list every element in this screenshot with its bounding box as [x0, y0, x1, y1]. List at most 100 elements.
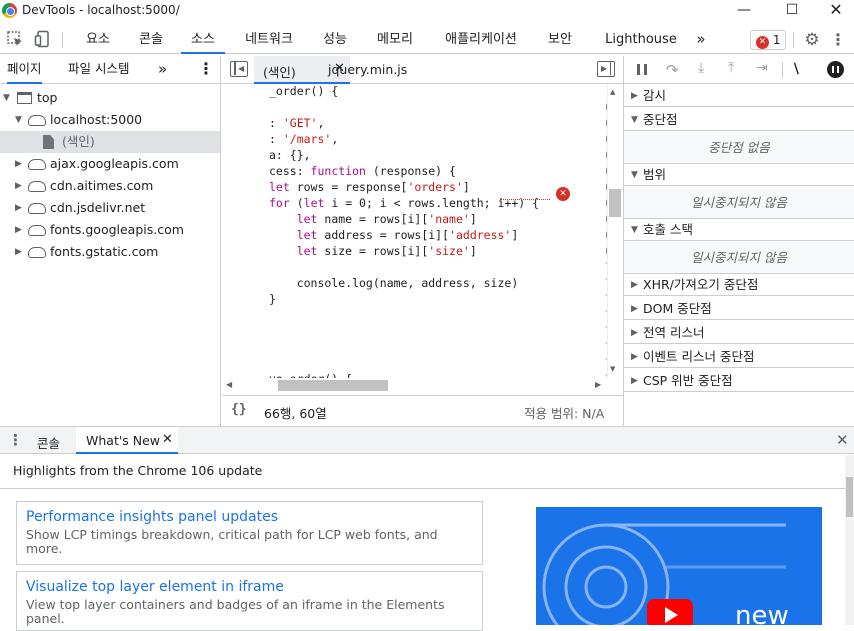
code-line[interactable]: for (let i = 0; i < rows.length; i++) {	[269, 195, 539, 211]
feature-card[interactable]: Performance insights panel updates Show …	[16, 501, 483, 565]
debugger-section-header[interactable]: ▶ XHR/가져오기 중단점	[624, 274, 854, 296]
step-icon[interactable]: ⇥	[756, 60, 768, 76]
customize-menu-icon[interactable]: ⋮	[828, 30, 848, 50]
cloud-icon	[28, 159, 46, 170]
debugger-section-header[interactable]: ▶ 이벤트 리스너 중단점	[624, 346, 854, 368]
code-line[interactable]: let size = rows[i]['size']	[269, 243, 477, 259]
tree-item-top[interactable]: ▼ top	[0, 87, 220, 109]
code-line[interactable]: }	[269, 291, 276, 307]
tab-console[interactable]: 콘솔	[131, 26, 171, 54]
device-toolbar-icon[interactable]	[33, 30, 53, 50]
toggle-navigator-icon[interactable]: ◀	[230, 61, 248, 77]
code-line[interactable]: ve_order() {	[269, 371, 352, 378]
scroll-right-icon[interactable]: ▶	[595, 380, 601, 389]
navigator-more-button[interactable]: »	[158, 56, 167, 83]
tab-performance[interactable]: 성능	[315, 26, 355, 54]
code-line[interactable]: a: {},	[269, 147, 311, 163]
debugger-section-header[interactable]: ▼ 범위	[624, 164, 854, 186]
pause-resume-icon[interactable]	[637, 64, 647, 75]
error-marker-icon[interactable]: ✕	[556, 185, 570, 201]
close-window-button[interactable]: ✕	[814, 0, 854, 22]
debugger-section-header[interactable]: ▼ 호출 스택	[624, 219, 854, 241]
tree-item-label: cdn.jsdelivr.net	[50, 200, 146, 215]
tab-page[interactable]: 페이지	[7, 56, 42, 84]
collapse-arrow-icon: ▶	[631, 352, 638, 362]
tree-item-index[interactable]: (색인)	[0, 131, 220, 153]
whats-new-video-thumbnail[interactable]: new	[536, 507, 822, 625]
panel-divider	[220, 56, 221, 426]
collapse-arrow-icon[interactable]: ▶	[15, 241, 22, 263]
step-out-icon[interactable]: ⤒	[728, 60, 734, 76]
drawer-menu-icon[interactable]: ⋮	[8, 431, 23, 449]
collapse-arrow-icon[interactable]: ▶	[15, 219, 22, 241]
tab-lighthouse[interactable]: Lighthouse	[600, 26, 682, 54]
drawer-tab-whats-new[interactable]: What's New ✕	[76, 427, 178, 454]
tree-item-ajax-googleapis[interactable]: ▶ ajax.googleapis.com	[0, 153, 220, 175]
more-tabs-button[interactable]: »	[690, 26, 712, 54]
youtube-play-icon[interactable]	[647, 599, 693, 625]
toggle-debugger-icon[interactable]: ▶	[597, 61, 615, 77]
scroll-down-icon[interactable]: ▼	[610, 365, 615, 373]
scroll-up-icon[interactable]: ▲	[610, 88, 615, 96]
code-line[interactable]: _order() {	[269, 85, 338, 99]
tab-memory[interactable]: 메모리	[368, 26, 422, 54]
expand-arrow-icon[interactable]: ▼	[15, 109, 22, 131]
tab-security[interactable]: 보안	[540, 26, 580, 54]
promo-text: new	[735, 601, 789, 625]
tab-network[interactable]: 네트워크	[236, 26, 302, 54]
scroll-left-icon[interactable]: ◀	[226, 380, 232, 389]
inspect-element-icon[interactable]	[5, 30, 25, 50]
code-line[interactable]: console.log(name, address, size)	[269, 275, 519, 291]
tree-item-fonts-googleapis[interactable]: ▶ fonts.googleapis.com	[0, 219, 220, 241]
collapse-arrow-icon[interactable]: ▶	[15, 153, 22, 175]
tab-sources[interactable]: 소스	[181, 26, 225, 54]
tab-elements[interactable]: 요소	[78, 26, 118, 54]
minimize-button[interactable]: —	[722, 0, 766, 22]
code-line[interactable]: : 'GET',	[269, 115, 324, 131]
code-line[interactable]: : '/mars',	[269, 131, 338, 147]
tab-filesystem[interactable]: 파일 시스템	[68, 56, 129, 83]
tree-item-cdn-aitimes[interactable]: ▶ cdn.aitimes.com	[0, 175, 220, 197]
editor-vertical-scrollbar[interactable]: ▲ ▼	[607, 85, 622, 378]
error-counter-button[interactable]: ✕ 1	[750, 30, 786, 50]
settings-gear-icon[interactable]: ⚙	[802, 30, 822, 50]
feature-card-title[interactable]: Visualize top layer element in iframe	[26, 578, 473, 596]
deactivate-breakpoints-icon[interactable]: ⧵	[794, 60, 799, 78]
step-into-icon[interactable]: ⤓	[698, 60, 704, 76]
tree-item-label: (색인)	[62, 134, 95, 149]
maximize-button[interactable]: ☐	[770, 0, 814, 22]
pause-on-exceptions-icon[interactable]	[827, 61, 844, 78]
horizontal-scroll-thumb[interactable]	[278, 380, 388, 391]
editor-horizontal-scrollbar[interactable]: ◀ ▶	[222, 378, 607, 393]
expand-arrow-icon[interactable]: ▼	[3, 87, 10, 109]
tree-item-fonts-gstatic[interactable]: ▶ fonts.gstatic.com	[0, 241, 220, 263]
tree-item-cdn-jsdelivr[interactable]: ▶ cdn.jsdelivr.net	[0, 197, 220, 219]
navigator-menu-icon[interactable]: ⋮	[198, 56, 214, 83]
tab-application[interactable]: 애플리케이션	[434, 26, 528, 54]
tree-item-localhost[interactable]: ▼ localhost:5000	[0, 109, 220, 131]
code-line[interactable]: let name = rows[i]['name']	[269, 211, 477, 227]
feature-card-title[interactable]: Performance insights panel updates	[26, 508, 473, 526]
debugger-section-header[interactable]: ▶ 전역 리스너	[624, 322, 854, 344]
cloud-icon	[28, 247, 46, 258]
step-over-icon[interactable]: ↷	[666, 61, 679, 79]
debugger-toolbar: ↷ ⤓ ⤒ ⇥ ⧵	[624, 56, 854, 84]
debugger-section-header[interactable]: ▶ CSP 위반 중단점	[624, 370, 854, 392]
code-editor[interactable]: _order() {6061: 'GET',62: '/mars',63a: {…	[222, 85, 623, 378]
editor-tab-jquery[interactable]: jquery.min.js	[328, 62, 407, 77]
close-tab-icon[interactable]: ✕	[162, 432, 173, 447]
code-line[interactable]: let rows = response['orders']	[269, 179, 470, 195]
drawer-tab-console[interactable]: 콘솔	[37, 433, 60, 452]
drawer-scrollbar[interactable]	[845, 455, 854, 625]
collapse-arrow-icon[interactable]: ▶	[15, 175, 22, 197]
debugger-section-header[interactable]: ▶ DOM 중단점	[624, 298, 854, 320]
code-line[interactable]: let address = rows[i]['address']	[269, 227, 519, 243]
feature-card[interactable]: Visualize top layer element in iframe Vi…	[16, 571, 483, 631]
vertical-scroll-thumb[interactable]	[609, 189, 621, 217]
close-drawer-icon[interactable]: ✕	[836, 431, 849, 449]
debugger-section-header[interactable]: ▼ 중단점	[624, 109, 854, 131]
debugger-section-header[interactable]: ▶ 감시	[624, 85, 854, 107]
collapse-arrow-icon[interactable]: ▶	[15, 197, 22, 219]
code-line[interactable]: cess: function (response) {	[269, 163, 456, 179]
pretty-print-button[interactable]: {}	[231, 402, 247, 417]
